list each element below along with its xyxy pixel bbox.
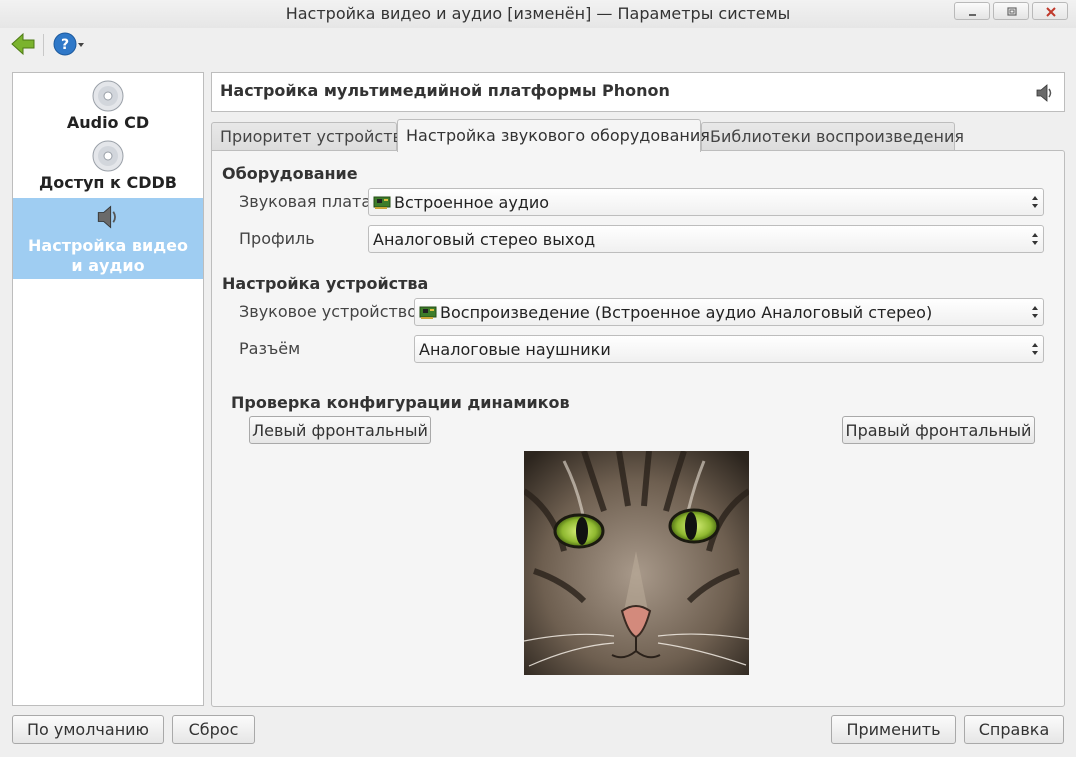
tab-audio-hardware[interactable]: Настройка звукового оборудования [397, 119, 710, 152]
updown-arrow-icon [1032, 196, 1038, 208]
cd-icon [92, 80, 124, 112]
sound-card-icon [373, 196, 391, 209]
toolbar: ? [0, 28, 1076, 62]
help-menu-icon[interactable]: ? [53, 31, 87, 57]
tab-device-priority[interactable]: Приоритет устройства [211, 122, 412, 151]
sound-card-icon [419, 306, 437, 319]
sidebar-item-label: Audio CD [66, 113, 150, 132]
module-title: Настройка мультимедийной платформы Phono… [220, 81, 670, 100]
maximize-icon [1007, 7, 1017, 16]
left-front-speaker-button[interactable]: Левый фронтальный [249, 416, 431, 444]
apply-button[interactable]: Применить [831, 715, 956, 744]
window-controls [951, 2, 1068, 20]
reset-button[interactable]: Сброс [172, 715, 255, 744]
button-label: Сброс [188, 720, 239, 739]
window-title: Настройка видео и аудио [изменён] — Пара… [285, 4, 791, 23]
cat-face-image [524, 451, 749, 675]
profile-label: Профиль [239, 229, 315, 248]
close-icon [1046, 7, 1056, 17]
module-header: Настройка мультимедийной платформы Phono… [211, 72, 1065, 112]
window-titlebar[interactable]: Настройка видео и аудио [изменён] — Пара… [0, 0, 1076, 28]
button-label: Правый фронтальный [845, 421, 1032, 440]
back-arrow-icon[interactable] [10, 31, 36, 57]
speaker-icon [97, 205, 116, 229]
maximize-button[interactable] [993, 2, 1029, 20]
profile-value: Аналоговый стерео выход [373, 230, 596, 249]
speaker-test-title: Проверка конфигурации динамиков [231, 393, 570, 412]
defaults-button[interactable]: По умолчанию [12, 715, 164, 744]
button-label: По умолчанию [26, 720, 150, 739]
sound-card-select[interactable]: Встроенное аудио [368, 188, 1044, 216]
tab-label: Настройка звукового оборудования [406, 126, 710, 145]
sidebar-item-label: Доступ к CDDB [39, 173, 177, 192]
connector-value: Аналоговые наушники [419, 340, 611, 359]
module-sidebar: Audio CD Доступ к CDDB Настройка видео и… [12, 72, 204, 706]
updown-arrow-icon [1032, 306, 1038, 318]
speaker-test-image [524, 451, 749, 675]
tab-label: Приоритет устройства [220, 127, 412, 146]
close-button[interactable] [1032, 2, 1068, 20]
sound-device-label: Звуковое устройство [239, 302, 418, 321]
svg-text:?: ? [61, 37, 69, 53]
sound-card-label: Звуковая плата [239, 192, 372, 211]
updown-arrow-icon [1032, 343, 1038, 355]
connector-select[interactable]: Аналоговые наушники [414, 335, 1044, 363]
button-label: Применить [846, 720, 941, 739]
button-label: Справка [978, 720, 1050, 739]
toolbar-separator [43, 34, 44, 56]
connector-label: Разъём [239, 339, 301, 358]
right-front-speaker-button[interactable]: Правый фронтальный [842, 416, 1035, 444]
profile-select[interactable]: Аналоговый стерео выход [368, 225, 1044, 253]
help-button[interactable]: Справка [964, 715, 1064, 744]
sidebar-item-cddb[interactable]: Доступ к CDDB [13, 139, 203, 197]
cd-icon [92, 140, 124, 172]
sound-device-select[interactable]: Воспроизведение (Встроенное аудио Аналог… [414, 298, 1044, 326]
sound-device-value: Воспроизведение (Встроенное аудио Аналог… [440, 303, 933, 322]
sidebar-item-video-audio[interactable]: Настройка видео и аудио [13, 198, 203, 279]
sidebar-item-audio-cd[interactable]: Audio CD [13, 79, 203, 135]
speaker-icon [1036, 84, 1052, 102]
sound-card-value: Встроенное аудио [394, 193, 550, 212]
tab-backends[interactable]: Библиотеки воспроизведения [701, 122, 964, 151]
tab-label: Библиотеки воспроизведения [710, 127, 964, 146]
button-label: Левый фронтальный [252, 421, 428, 440]
minimize-icon [969, 14, 976, 16]
hardware-group-title: Оборудование [222, 164, 358, 183]
updown-arrow-icon [1032, 233, 1038, 245]
device-group-title: Настройка устройства [222, 274, 429, 293]
minimize-button[interactable] [954, 2, 990, 20]
sidebar-item-label: Настройка видео и аудио [28, 236, 188, 275]
